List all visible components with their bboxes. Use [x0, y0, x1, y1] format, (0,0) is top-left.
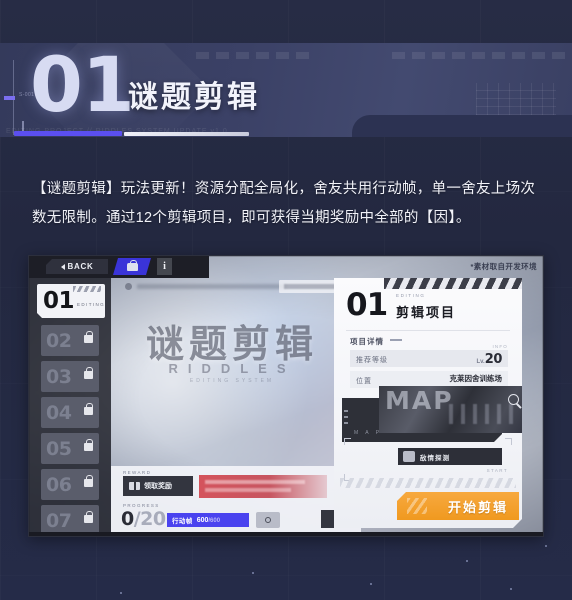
card-corner-a — [344, 438, 351, 445]
game-screenshot: BACK i *素材取自开发环境 01 EDITING 02 03 04 05 — [28, 255, 544, 537]
detail-row-level: 推荐等级 Lv.20 — [350, 350, 508, 367]
chapter-number: 02 — [46, 329, 72, 352]
header-underline-bars — [0, 131, 572, 137]
level-unit: Lv. — [476, 359, 485, 365]
chapter-chip-05[interactable]: 05 — [41, 433, 99, 464]
card-corner-b — [505, 438, 512, 445]
chapter-number: 03 — [46, 365, 72, 388]
watermark-text: *素材取自开发环境 — [470, 262, 537, 271]
enemy-detect-label: 敌情探测 — [420, 454, 450, 462]
chevron-decor — [340, 478, 516, 488]
card-stripe-decor — [384, 278, 522, 289]
info-button[interactable]: i — [157, 258, 172, 275]
header-grid-decor — [476, 83, 556, 115]
start-editing-button[interactable]: 开始剪辑 — [397, 492, 519, 520]
map-strip-label: M A P — [354, 430, 383, 436]
action-frame-indicator: 行动帧 600/600 — [167, 513, 249, 527]
underline-bar-light — [124, 132, 249, 136]
header-section-number: 01 — [30, 43, 135, 129]
action-frame-current: 600 — [196, 516, 209, 524]
detail-key: 位置 — [356, 378, 372, 385]
card-section-label: 项目详情 — [350, 337, 384, 346]
start-button-decor — [407, 498, 427, 514]
card-divider — [346, 330, 510, 331]
screenshot-bottom-strip — [29, 532, 543, 536]
enemy-detect-button[interactable]: 敌情探测 — [398, 448, 502, 465]
center-blurred-text — [137, 284, 287, 289]
radar-icon — [403, 451, 415, 462]
back-button[interactable]: BACK — [46, 259, 108, 274]
magnifier-icon[interactable] — [508, 394, 519, 405]
header-tick-arrow-icon — [4, 96, 15, 100]
inventory-button[interactable] — [113, 258, 151, 275]
start-editing-label: 开始剪辑 — [447, 499, 508, 515]
map-strip-bars-decor — [344, 410, 348, 428]
map-preview-text: MAP — [385, 386, 454, 415]
description-text: 【谜题剪辑】玩法更新！资源分配全局化，舍友共用行动帧，单一舍友上场次数无限制。通… — [32, 181, 536, 226]
lock-icon — [84, 403, 93, 415]
bag-icon — [127, 263, 138, 271]
refresh-icon — [265, 517, 271, 523]
project-detail-card: 01 EDITING 剪辑项目 项目详情 INFO 推荐等级 Lv.20 位置 … — [334, 278, 522, 528]
card-project-sub-en: EDITING — [396, 293, 426, 298]
lock-icon — [84, 475, 93, 487]
chapter-chip-06[interactable]: 06 — [41, 469, 99, 500]
detail-value: Lv.20 — [476, 352, 502, 367]
chapter-rail: 01 EDITING 02 03 04 05 06 07 — [29, 278, 111, 536]
chapter-chip-02[interactable]: 02 — [41, 325, 99, 356]
lock-icon — [84, 511, 93, 523]
claim-reward-button[interactable]: 领取奖励 — [123, 476, 193, 496]
lock-icon — [84, 367, 93, 379]
progress-current: 0 — [121, 508, 134, 530]
stage-logo-en: RIDDLES — [168, 361, 296, 376]
bottom-panel: REWARD 领取奖励 PROGRESS 0/20 行动帧 600/600 结算 — [111, 466, 363, 536]
action-frame-value: 600/600 — [197, 517, 220, 524]
stage-logo-tag: EDITING SYSTEM — [189, 378, 275, 384]
game-topbar: BACK i *素材取自开发环境 — [29, 256, 543, 278]
section-header: EDITING PROJECT // RIDDLES SYSTEM UPDATE… — [0, 43, 572, 137]
header-dash-decor-right — [392, 52, 572, 59]
chapter-number: 06 — [46, 473, 72, 496]
reward-notice-banner — [199, 475, 327, 498]
map-preview[interactable]: MAP — [379, 386, 527, 433]
card-section-dash-decor — [390, 339, 402, 341]
header-dash-decor-left — [196, 52, 309, 59]
lock-icon — [84, 439, 93, 451]
chapter-chip-04[interactable]: 04 — [41, 397, 99, 428]
detail-key: 推荐等级 — [356, 357, 388, 364]
action-frame-label: 行动帧 — [172, 518, 193, 525]
back-button-label: BACK — [67, 262, 94, 271]
chapter-number: 04 — [46, 401, 72, 424]
back-arrow-icon — [60, 263, 65, 270]
level-value: 20 — [484, 352, 502, 367]
start-section-en: START — [486, 468, 508, 473]
card-section-en: INFO — [492, 344, 508, 349]
underline-bar-accent — [14, 131, 122, 136]
chapter-number: 01 — [43, 288, 75, 314]
card-project-title: 剪辑项目 — [396, 305, 457, 320]
chapter-chip-03[interactable]: 03 — [41, 361, 99, 392]
detail-value: 克莱因舍训练场 — [449, 374, 502, 383]
page-title: 谜题剪辑 — [128, 81, 260, 114]
chapter-number: 07 — [46, 509, 72, 532]
chapter-chip-active[interactable]: 01 EDITING — [37, 284, 105, 318]
gift-icon — [129, 482, 140, 490]
claim-reward-label: 领取奖励 — [144, 483, 172, 490]
action-frame-max: /600 — [208, 517, 221, 524]
lock-icon — [84, 331, 93, 343]
stage-logo-cn: 谜题剪辑 — [145, 324, 318, 366]
card-project-number: 01 — [346, 287, 388, 323]
notice-line-1 — [205, 480, 305, 484]
refresh-button[interactable] — [256, 512, 280, 528]
progress-counter: 0/20 — [121, 508, 166, 530]
notice-line-2 — [205, 488, 291, 492]
map-preview-glyphs — [449, 404, 519, 424]
progress-total: /20 — [133, 508, 166, 530]
chapter-number: 05 — [46, 437, 72, 460]
reward-section-en: REWARD — [123, 470, 152, 475]
center-bullet-icon — [125, 283, 132, 290]
chip-stripes-decor — [73, 286, 101, 292]
chapter-sub-label: EDITING — [77, 302, 106, 307]
